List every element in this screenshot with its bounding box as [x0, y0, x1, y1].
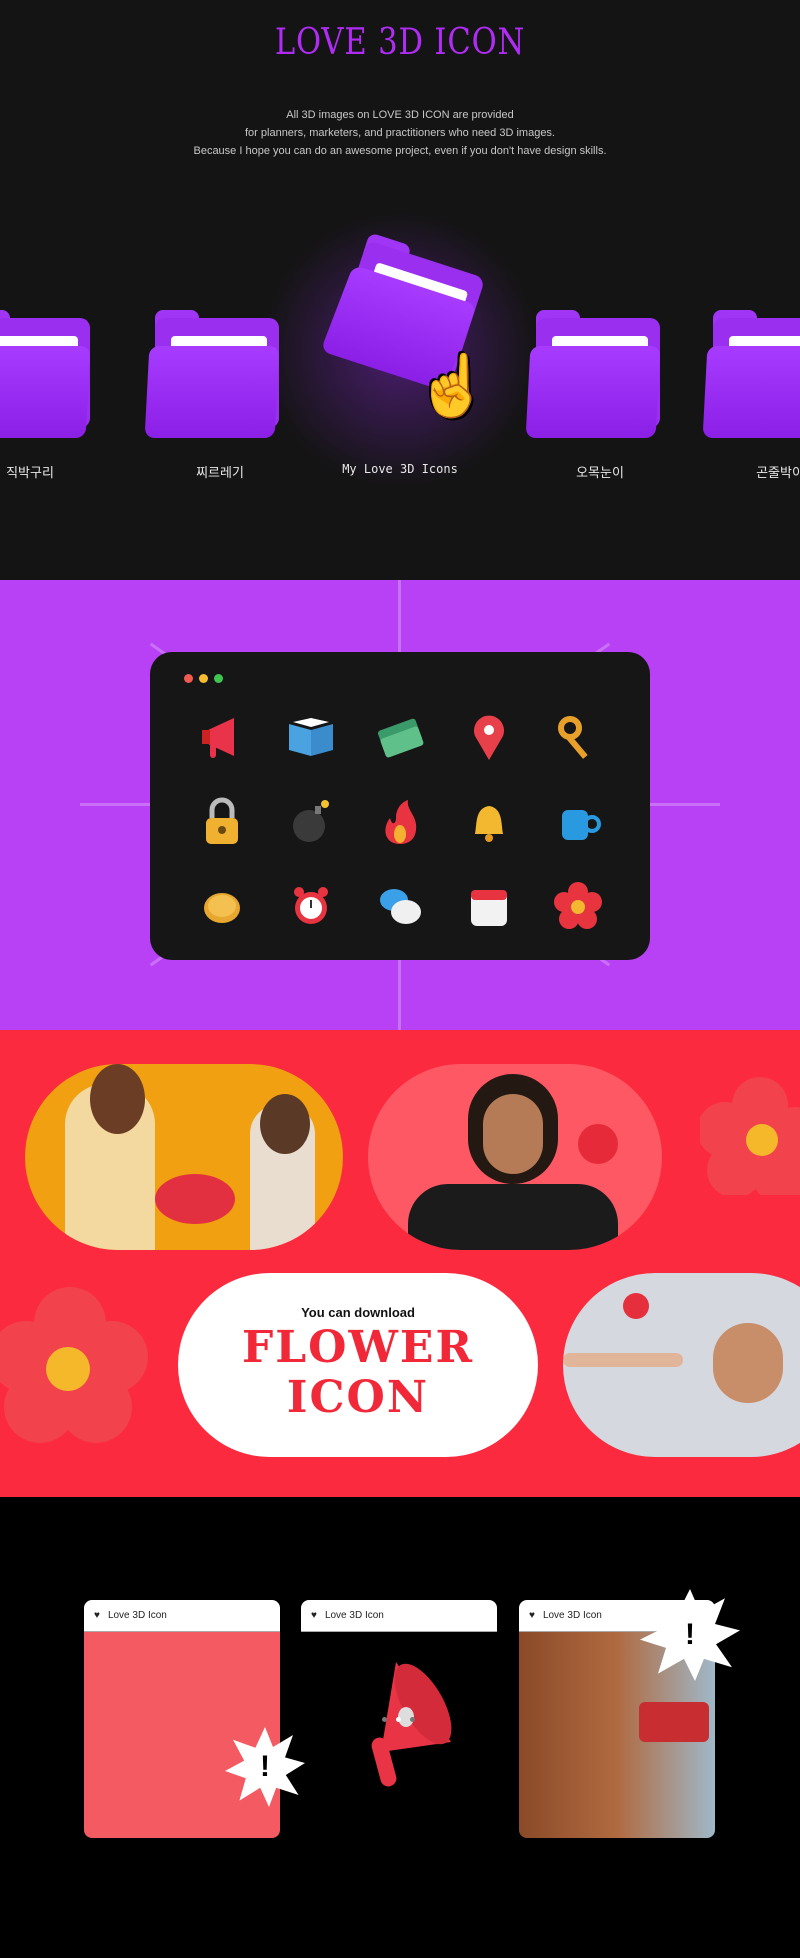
- card-label: Love 3D Icon: [542, 1610, 602, 1621]
- maximize-dot[interactable]: [214, 674, 223, 683]
- flower-icon[interactable]: [533, 878, 622, 934]
- folder-icon[interactable]: [702, 310, 800, 438]
- bomb-icon[interactable]: [267, 794, 356, 850]
- folder-label[interactable]: My Love 3D Icons: [320, 462, 480, 476]
- megaphone-icon[interactable]: [178, 710, 267, 766]
- pager-dot-active[interactable]: [396, 1717, 401, 1722]
- hand-cursor-icon: ☝: [415, 352, 490, 419]
- alarm-clock-icon[interactable]: [267, 878, 356, 934]
- folder-icon[interactable]: [144, 310, 280, 438]
- folder-icon[interactable]: [525, 310, 661, 438]
- photo-man-flower: [563, 1273, 800, 1457]
- icon-showcase-section: [0, 580, 800, 1030]
- hero-description: All 3D images on LOVE 3D ICON are provid…: [0, 106, 800, 160]
- coin-icon[interactable]: [178, 878, 267, 934]
- heart-icon: ♥: [311, 1610, 317, 1621]
- megaphone-icon: [301, 1632, 497, 1838]
- book-icon[interactable]: [267, 710, 356, 766]
- pager-dot[interactable]: [382, 1717, 387, 1722]
- fire-icon[interactable]: [356, 794, 445, 850]
- folder-label[interactable]: 찌르레기: [140, 462, 300, 481]
- card[interactable]: ♥ Love 3D Icon: [84, 1600, 280, 1838]
- flower-3d-icon: [697, 1075, 800, 1203]
- money-icon[interactable]: [356, 710, 445, 766]
- key-icon[interactable]: [533, 710, 622, 766]
- desc-line: All 3D images on LOVE 3D ICON are provid…: [286, 109, 514, 121]
- icon-window: [150, 652, 650, 960]
- location-pin-icon[interactable]: [444, 710, 533, 766]
- minimize-dot[interactable]: [199, 674, 208, 683]
- photo-woman-flower: [368, 1064, 662, 1250]
- flower-title-2: ICON: [286, 1372, 430, 1423]
- window-controls: [184, 674, 223, 683]
- folder-label[interactable]: 직박구리: [0, 462, 110, 481]
- download-subtitle: You can download: [301, 1305, 415, 1320]
- carousel-pager: [382, 1717, 415, 1722]
- folder-label[interactable]: 곤줄박이: [700, 462, 800, 481]
- flower-title-1: FLOWER: [241, 1322, 475, 1373]
- desc-line: for planners, marketers, and practitione…: [245, 127, 555, 139]
- photo-couple-flowers: [25, 1064, 343, 1250]
- card-label: Love 3D Icon: [107, 1610, 167, 1621]
- close-dot[interactable]: [184, 674, 193, 683]
- bell-icon[interactable]: [444, 794, 533, 850]
- download-banner[interactable]: You can download FLOWER ICON: [178, 1273, 538, 1457]
- cards-section: ♥ Love 3D Icon ♥ Love 3D Icon ♥ Love 3D Ico…: [0, 1497, 800, 1958]
- folder-label[interactable]: 오목눈이: [520, 462, 680, 481]
- page-title: LOVE 3D ICON: [274, 22, 526, 63]
- calendar-icon[interactable]: [444, 878, 533, 934]
- photo-woman-megaphone: [519, 1632, 715, 1838]
- hero-section: LOVE 3D ICON All 3D images on LOVE 3D IC…: [0, 0, 800, 580]
- heart-icon: ♥: [529, 1610, 535, 1621]
- padlock-icon[interactable]: [178, 794, 267, 850]
- mug-icon[interactable]: [533, 794, 622, 850]
- chat-bubbles-icon[interactable]: [356, 878, 445, 934]
- desc-line: Because I hope you can do an awesome pro…: [193, 145, 607, 157]
- pager-dot[interactable]: [410, 1717, 415, 1722]
- heart-icon: ♥: [94, 1610, 100, 1621]
- icon-grid: [178, 710, 622, 934]
- flower-section: You can download FLOWER ICON: [0, 1030, 800, 1497]
- folder-icon[interactable]: [0, 310, 91, 438]
- flower-3d-icon: [0, 1285, 150, 1450]
- card-label: Love 3D Icon: [324, 1610, 384, 1621]
